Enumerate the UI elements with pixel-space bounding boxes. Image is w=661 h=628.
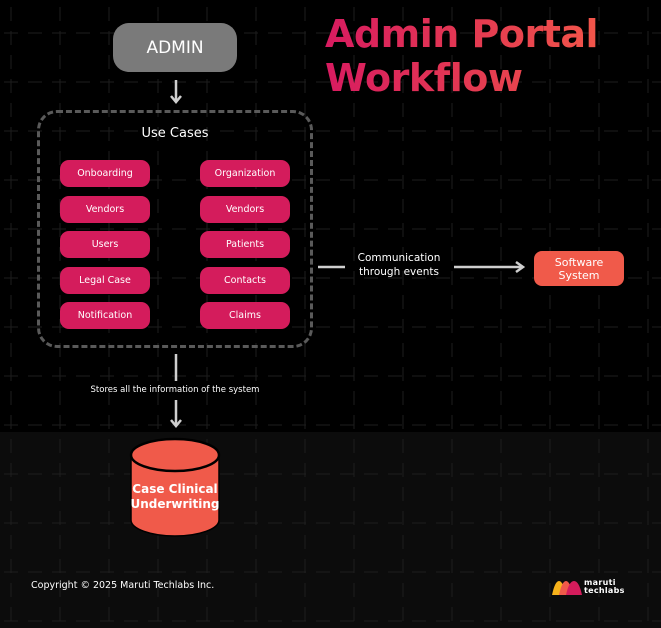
communication-label-line-1: Communication — [357, 252, 441, 264]
use-case-pill-vendors[interactable]: Vendors — [60, 196, 150, 223]
logo-text-line-2: techlabs — [584, 586, 625, 595]
use-case-label: Organization — [214, 168, 276, 179]
use-case-label: Onboarding — [77, 168, 133, 179]
storage-label: Stores all the information of the system — [90, 385, 260, 395]
use-case-label: Contacts — [224, 275, 266, 286]
use-cases-title: Use Cases — [141, 126, 209, 141]
use-case-label: Legal Case — [79, 275, 131, 286]
use-case-label: Patients — [225, 239, 265, 250]
use-case-label: Users — [91, 239, 119, 250]
database-label-line-2: Underwriting — [130, 497, 220, 511]
arrow-admin-to-usecases — [170, 80, 182, 104]
use-case-pill-organization[interactable]: Organization — [200, 160, 290, 187]
software-system-line-2: System — [558, 268, 600, 282]
use-case-pill-users[interactable]: Users — [60, 231, 150, 258]
database-label-line-1: Case Clinical — [132, 482, 218, 496]
use-case-pill-onboarding[interactable]: Onboarding — [60, 160, 150, 187]
use-case-pill-contacts[interactable]: Contacts — [200, 267, 290, 294]
use-case-label: Vendors — [225, 204, 265, 215]
use-case-label: Vendors — [85, 204, 125, 215]
communication-label-line-2: through events — [359, 266, 439, 278]
logo-text: maruti techlabs — [584, 579, 625, 595]
database-label: Case Clinical Underwriting — [130, 482, 220, 512]
software-system-node[interactable]: Software System — [534, 251, 624, 286]
communication-label: Communication through events — [345, 251, 453, 279]
copyright-text: Copyright © 2025 Maruti Techlabs Inc. — [31, 580, 215, 591]
use-case-label: Notification — [77, 310, 133, 321]
use-case-pill-claims[interactable]: Claims — [200, 302, 290, 329]
software-system-line-1: Software — [554, 255, 604, 269]
use-case-pill-vendors[interactable]: Vendors — [200, 196, 290, 223]
use-case-pill-patients[interactable]: Patients — [200, 231, 290, 258]
use-case-pill-notification[interactable]: Notification — [60, 302, 150, 329]
use-case-pill-legal-case[interactable]: Legal Case — [60, 267, 150, 294]
use-case-label: Claims — [229, 310, 261, 321]
